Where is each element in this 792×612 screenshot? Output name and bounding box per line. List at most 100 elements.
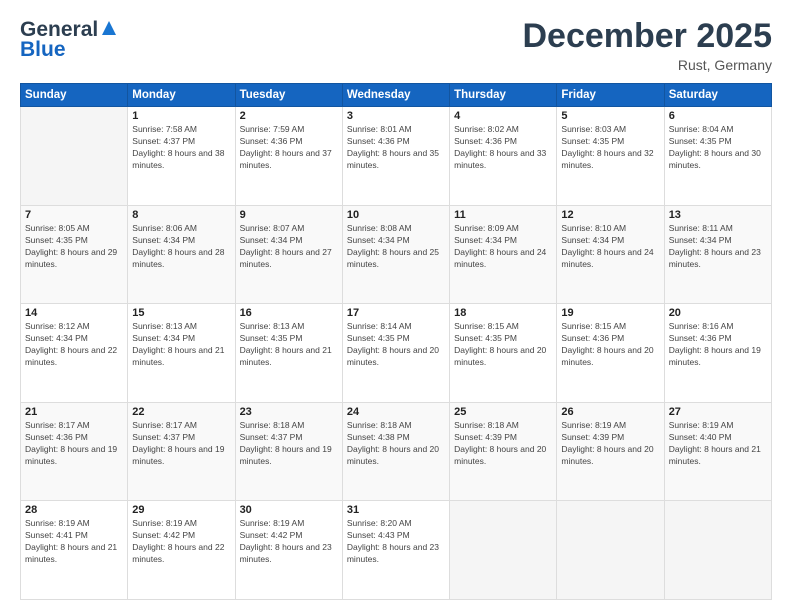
col-tuesday: Tuesday [235, 84, 342, 107]
day-number: 25 [454, 406, 552, 418]
day-number: 29 [132, 504, 230, 516]
calendar-week-row: 21 Sunrise: 8:17 AMSunset: 4:36 PMDayligh… [21, 402, 772, 501]
table-row: 17 Sunrise: 8:14 AMSunset: 4:35 PMDayligh… [342, 304, 449, 403]
table-row: 19 Sunrise: 8:15 AMSunset: 4:36 PMDayligh… [557, 304, 664, 403]
day-info: Sunrise: 8:07 AMSunset: 4:34 PMDaylight:… [240, 223, 338, 271]
day-number: 16 [240, 307, 338, 319]
day-info: Sunrise: 8:11 AMSunset: 4:34 PMDaylight:… [669, 223, 767, 271]
table-row: 6 Sunrise: 8:04 AMSunset: 4:35 PMDaylight… [664, 107, 771, 206]
month-title: December 2025 [522, 18, 772, 55]
table-row: 13Sunrise: 8:11 AMSunset: 4:34 PMDayligh… [664, 205, 771, 304]
table-row: 3Sunrise: 8:01 AMSunset: 4:36 PMDaylight… [342, 107, 449, 206]
table-row: 20Sunrise: 8:16 AMSunset: 4:36 PMDayligh… [664, 304, 771, 403]
day-number: 3 [347, 110, 445, 122]
table-row: 22 Sunrise: 8:17 AMSunset: 4:37 PMDayligh… [128, 402, 235, 501]
table-row [21, 107, 128, 206]
day-info: Sunrise: 8:18 AMSunset: 4:38 PMDaylight:… [347, 420, 445, 468]
calendar-week-row: 1 Sunrise: 7:58 AMSunset: 4:37 PMDaylight… [21, 107, 772, 206]
page: General Blue December 2025 Rust, Germany… [0, 0, 792, 612]
table-row: 16 Sunrise: 8:13 AMSunset: 4:35 PMDayligh… [235, 304, 342, 403]
day-number: 17 [347, 307, 445, 319]
day-number: 20 [669, 307, 767, 319]
day-number: 15 [132, 307, 230, 319]
day-number: 23 [240, 406, 338, 418]
day-info: Sunrise: 7:58 AMSunset: 4:37 PMDaylight:… [132, 124, 230, 172]
table-row: 28Sunrise: 8:19 AMSunset: 4:41 PMDayligh… [21, 501, 128, 600]
table-row: 10 Sunrise: 8:08 AMSunset: 4:34 PMDayligh… [342, 205, 449, 304]
day-info: Sunrise: 7:59 AMSunset: 4:36 PMDaylight:… [240, 124, 338, 172]
calendar-week-row: 28Sunrise: 8:19 AMSunset: 4:41 PMDayligh… [21, 501, 772, 600]
day-info: Sunrise: 8:19 AMSunset: 4:41 PMDaylight:… [25, 518, 123, 566]
day-info: Sunrise: 8:19 AMSunset: 4:42 PMDaylight:… [132, 518, 230, 566]
table-row: 12Sunrise: 8:10 AMSunset: 4:34 PMDayligh… [557, 205, 664, 304]
calendar-week-row: 7 Sunrise: 8:05 AMSunset: 4:35 PMDaylight… [21, 205, 772, 304]
day-number: 12 [561, 209, 659, 221]
day-info: Sunrise: 8:19 AMSunset: 4:42 PMDaylight:… [240, 518, 338, 566]
day-info: Sunrise: 8:13 AMSunset: 4:34 PMDaylight:… [132, 321, 230, 369]
table-row: 18Sunrise: 8:15 AMSunset: 4:35 PMDayligh… [450, 304, 557, 403]
day-info: Sunrise: 8:18 AMSunset: 4:37 PMDaylight:… [240, 420, 338, 468]
table-row: 24Sunrise: 8:18 AMSunset: 4:38 PMDayligh… [342, 402, 449, 501]
day-number: 21 [25, 406, 123, 418]
day-number: 9 [240, 209, 338, 221]
day-info: Sunrise: 8:17 AMSunset: 4:37 PMDaylight:… [132, 420, 230, 468]
day-number: 11 [454, 209, 552, 221]
table-row: 14 Sunrise: 8:12 AMSunset: 4:34 PMDayligh… [21, 304, 128, 403]
logo-icon [100, 19, 118, 37]
day-info: Sunrise: 8:06 AMSunset: 4:34 PMDaylight:… [132, 223, 230, 271]
day-number: 7 [25, 209, 123, 221]
day-info: Sunrise: 8:19 AMSunset: 4:40 PMDaylight:… [669, 420, 767, 468]
day-number: 1 [132, 110, 230, 122]
day-number: 4 [454, 110, 552, 122]
day-info: Sunrise: 8:05 AMSunset: 4:35 PMDaylight:… [25, 223, 123, 271]
day-number: 31 [347, 504, 445, 516]
location: Rust, Germany [522, 57, 772, 73]
day-number: 26 [561, 406, 659, 418]
day-info: Sunrise: 8:15 AMSunset: 4:35 PMDaylight:… [454, 321, 552, 369]
table-row: 9 Sunrise: 8:07 AMSunset: 4:34 PMDaylight… [235, 205, 342, 304]
day-info: Sunrise: 8:12 AMSunset: 4:34 PMDaylight:… [25, 321, 123, 369]
day-info: Sunrise: 8:04 AMSunset: 4:35 PMDaylight:… [669, 124, 767, 172]
day-number: 19 [561, 307, 659, 319]
table-row: 7 Sunrise: 8:05 AMSunset: 4:35 PMDaylight… [21, 205, 128, 304]
day-number: 14 [25, 307, 123, 319]
table-row: 21 Sunrise: 8:17 AMSunset: 4:36 PMDayligh… [21, 402, 128, 501]
day-info: Sunrise: 8:08 AMSunset: 4:34 PMDaylight:… [347, 223, 445, 271]
table-row: 8 Sunrise: 8:06 AMSunset: 4:34 PMDaylight… [128, 205, 235, 304]
day-number: 8 [132, 209, 230, 221]
logo-blue: Blue [20, 38, 66, 62]
table-row: 29 Sunrise: 8:19 AMSunset: 4:42 PMDayligh… [128, 501, 235, 600]
day-info: Sunrise: 8:20 AMSunset: 4:43 PMDaylight:… [347, 518, 445, 566]
day-info: Sunrise: 8:09 AMSunset: 4:34 PMDaylight:… [454, 223, 552, 271]
day-info: Sunrise: 8:19 AMSunset: 4:39 PMDaylight:… [561, 420, 659, 468]
table-row: 27 Sunrise: 8:19 AMSunset: 4:40 PMDayligh… [664, 402, 771, 501]
day-number: 2 [240, 110, 338, 122]
day-number: 22 [132, 406, 230, 418]
table-row: 2 Sunrise: 7:59 AMSunset: 4:36 PMDaylight… [235, 107, 342, 206]
col-monday: Monday [128, 84, 235, 107]
calendar-week-row: 14 Sunrise: 8:12 AMSunset: 4:34 PMDayligh… [21, 304, 772, 403]
table-row: 25 Sunrise: 8:18 AMSunset: 4:39 PMDayligh… [450, 402, 557, 501]
table-row [450, 501, 557, 600]
col-friday: Friday [557, 84, 664, 107]
day-number: 27 [669, 406, 767, 418]
day-info: Sunrise: 8:15 AMSunset: 4:36 PMDaylight:… [561, 321, 659, 369]
col-sunday: Sunday [21, 84, 128, 107]
day-number: 6 [669, 110, 767, 122]
day-info: Sunrise: 8:18 AMSunset: 4:39 PMDaylight:… [454, 420, 552, 468]
table-row: 30Sunrise: 8:19 AMSunset: 4:42 PMDayligh… [235, 501, 342, 600]
table-row [664, 501, 771, 600]
table-row: 1 Sunrise: 7:58 AMSunset: 4:37 PMDaylight… [128, 107, 235, 206]
logo: General Blue [20, 18, 118, 62]
day-info: Sunrise: 8:17 AMSunset: 4:36 PMDaylight:… [25, 420, 123, 468]
day-info: Sunrise: 8:14 AMSunset: 4:35 PMDaylight:… [347, 321, 445, 369]
day-info: Sunrise: 8:02 AMSunset: 4:36 PMDaylight:… [454, 124, 552, 172]
day-info: Sunrise: 8:13 AMSunset: 4:35 PMDaylight:… [240, 321, 338, 369]
table-row: 26 Sunrise: 8:19 AMSunset: 4:39 PMDayligh… [557, 402, 664, 501]
day-info: Sunrise: 8:03 AMSunset: 4:35 PMDaylight:… [561, 124, 659, 172]
day-number: 10 [347, 209, 445, 221]
col-saturday: Saturday [664, 84, 771, 107]
table-row: 11 Sunrise: 8:09 AMSunset: 4:34 PMDayligh… [450, 205, 557, 304]
table-row [557, 501, 664, 600]
table-row: 4 Sunrise: 8:02 AMSunset: 4:36 PMDaylight… [450, 107, 557, 206]
